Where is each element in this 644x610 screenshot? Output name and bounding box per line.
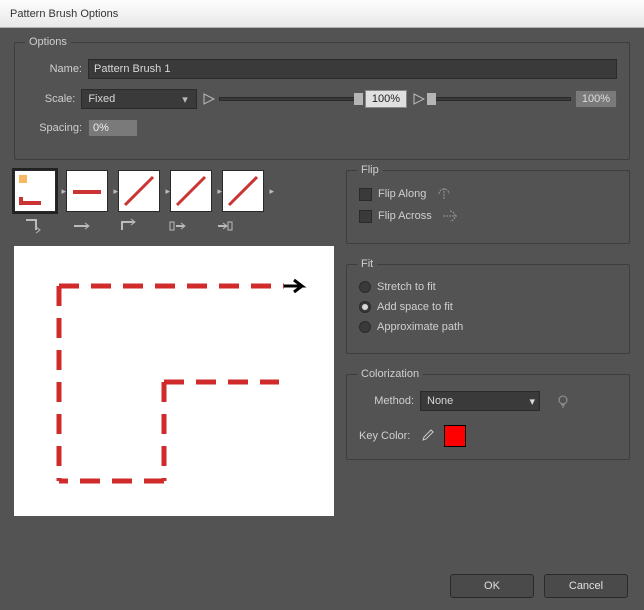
method-label: Method: bbox=[359, 395, 414, 407]
tile-end[interactable] bbox=[222, 170, 264, 212]
flip-horizontal-icon bbox=[436, 187, 452, 201]
scale-pct-min[interactable]: 100% bbox=[365, 90, 407, 108]
scale-label: Scale: bbox=[27, 93, 75, 105]
tile-selector-row: ▸ ▸ ▸ ▸ ▸ bbox=[14, 170, 334, 212]
chevron-down-icon: ▾ bbox=[529, 395, 535, 408]
radio-icon bbox=[359, 281, 371, 293]
outer-corner-icon bbox=[24, 218, 44, 234]
name-label: Name: bbox=[27, 63, 82, 75]
dialog-pattern-brush-options: Pattern Brush Options Options Name: Scal… bbox=[0, 0, 644, 610]
tips-lightbulb-icon[interactable] bbox=[556, 394, 570, 408]
flip-vertical-icon bbox=[442, 209, 458, 223]
checkbox-icon bbox=[359, 210, 372, 223]
spacing-input[interactable]: 0% bbox=[88, 119, 138, 137]
colorization-group: Colorization Method: None ▾ Key Color: bbox=[346, 374, 630, 460]
fit-legend: Fit bbox=[357, 258, 377, 270]
flip-along-checkbox[interactable]: Flip Along bbox=[359, 187, 617, 201]
scale-min-pointer-icon bbox=[203, 93, 215, 105]
cancel-button[interactable]: Cancel bbox=[544, 574, 628, 598]
dialog-buttons: OK Cancel bbox=[450, 574, 628, 598]
brush-preview bbox=[14, 246, 334, 516]
start-tile-icon bbox=[168, 218, 188, 234]
dialog-title: Pattern Brush Options bbox=[10, 8, 118, 20]
end-tile-icon bbox=[216, 218, 236, 234]
fit-addspace-radio[interactable]: Add space to fit bbox=[359, 301, 617, 313]
tile-start[interactable] bbox=[170, 170, 212, 212]
name-input[interactable] bbox=[88, 59, 617, 79]
flip-legend: Flip bbox=[357, 164, 383, 176]
scale-slider-min[interactable] bbox=[219, 97, 361, 101]
inner-corner-icon bbox=[120, 218, 140, 234]
fit-stretch-label: Stretch to fit bbox=[377, 281, 436, 293]
scale-slider-max bbox=[429, 97, 571, 101]
fit-stretch-radio[interactable]: Stretch to fit bbox=[359, 281, 617, 293]
titlebar[interactable]: Pattern Brush Options bbox=[0, 0, 644, 28]
options-legend: Options bbox=[25, 36, 71, 48]
tile-menu-icon[interactable]: ▸ bbox=[269, 186, 274, 197]
checkbox-icon bbox=[359, 188, 372, 201]
scale-max-pointer-icon bbox=[413, 93, 425, 105]
fit-group: Fit Stretch to fit Add space to fit Appr… bbox=[346, 264, 630, 354]
flip-across-label: Flip Across bbox=[378, 210, 432, 222]
tile-side[interactable] bbox=[66, 170, 108, 212]
scale-pct-max: 100% bbox=[575, 90, 617, 108]
fit-addspace-label: Add space to fit bbox=[377, 301, 453, 313]
tile-outer-corner[interactable] bbox=[14, 170, 56, 212]
key-color-swatch[interactable] bbox=[444, 425, 466, 447]
flip-group: Flip Flip Along Flip Across bbox=[346, 170, 630, 244]
method-dropdown[interactable]: None ▾ bbox=[420, 391, 540, 411]
colorization-legend: Colorization bbox=[357, 368, 423, 380]
chevron-down-icon: ▾ bbox=[178, 93, 192, 106]
ok-button[interactable]: OK bbox=[450, 574, 534, 598]
radio-icon bbox=[359, 321, 371, 333]
key-color-label: Key Color: bbox=[359, 430, 410, 442]
tile-inner-corner[interactable] bbox=[118, 170, 160, 212]
method-value: None bbox=[427, 395, 453, 407]
scale-dropdown[interactable]: Fixed ▾ bbox=[81, 89, 197, 109]
scale-value: Fixed bbox=[88, 93, 115, 105]
radio-icon bbox=[359, 301, 371, 313]
fit-approx-radio[interactable]: Approximate path bbox=[359, 321, 617, 333]
options-group: Options Name: Scale: Fixed ▾ 100% bbox=[14, 42, 630, 160]
tile-type-icon-row bbox=[14, 218, 334, 234]
fit-approx-label: Approximate path bbox=[377, 321, 463, 333]
flip-along-label: Flip Along bbox=[378, 188, 426, 200]
flip-across-checkbox[interactable]: Flip Across bbox=[359, 209, 617, 223]
side-tile-icon bbox=[72, 218, 92, 234]
spacing-label: Spacing: bbox=[27, 122, 82, 134]
eyedropper-icon[interactable] bbox=[420, 429, 434, 443]
